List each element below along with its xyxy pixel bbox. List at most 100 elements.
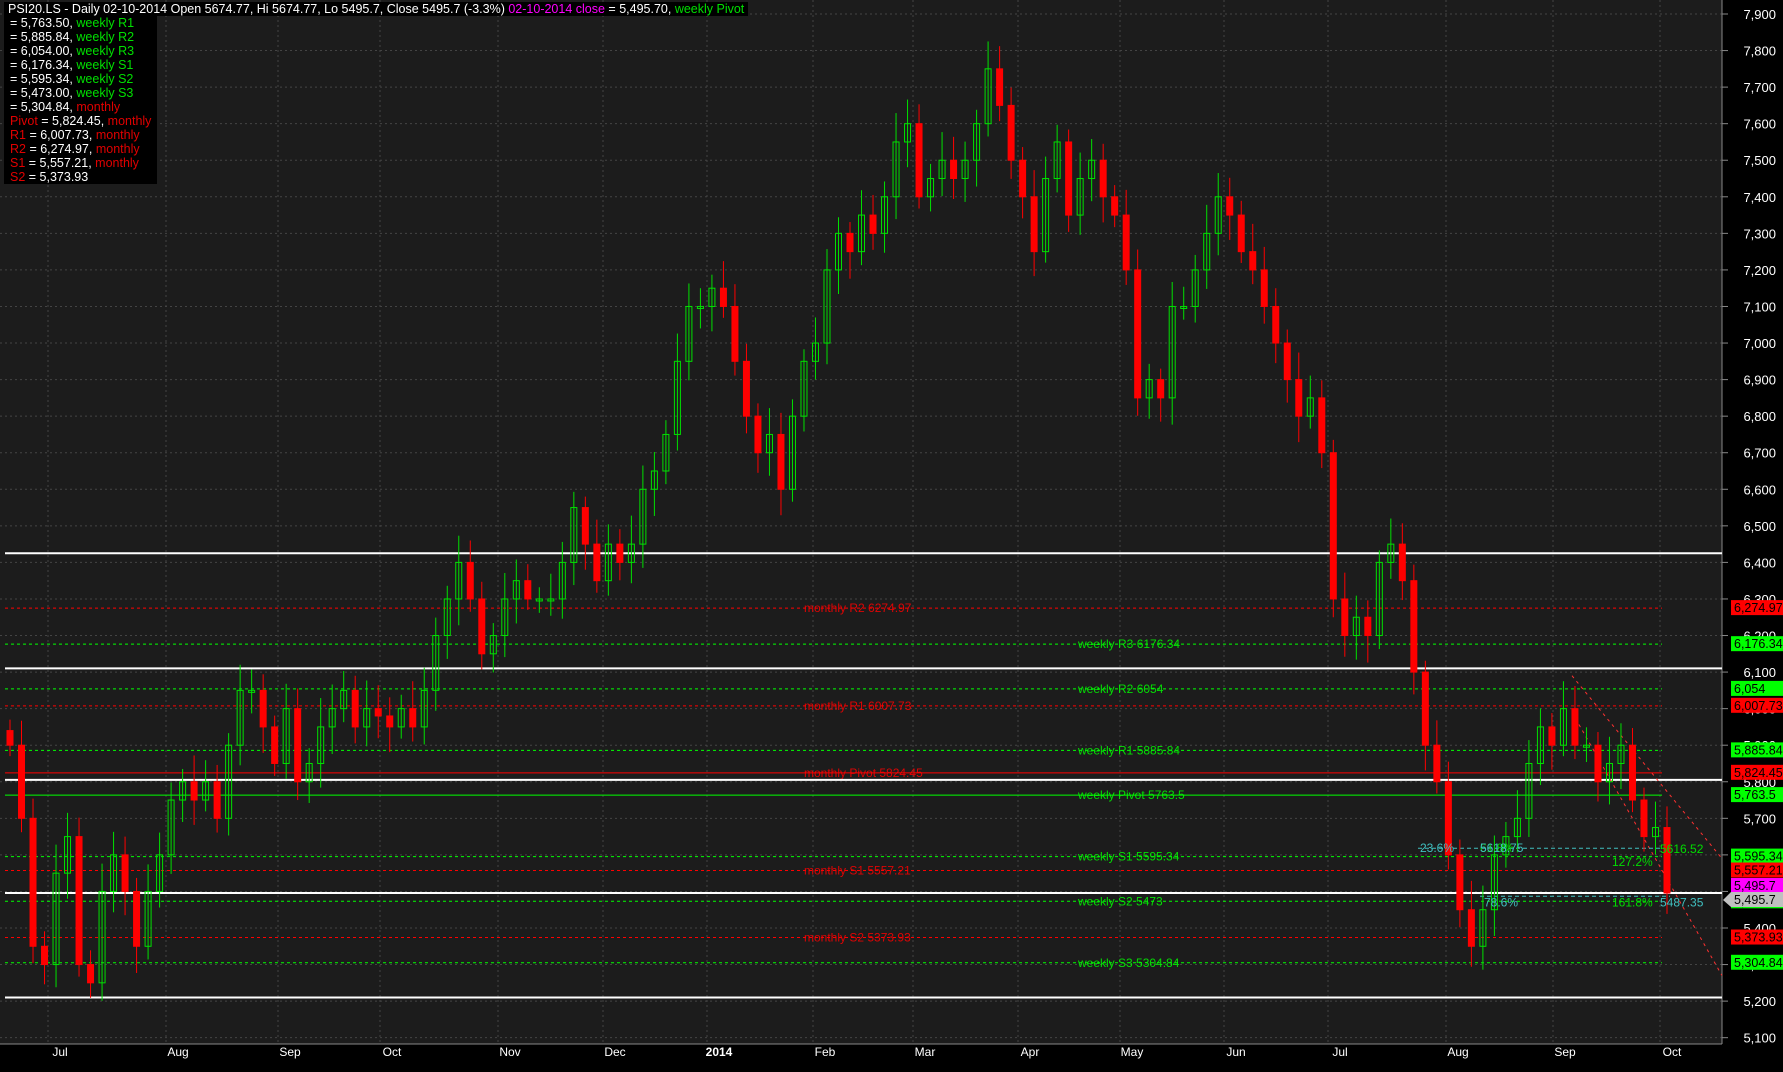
y-tick-label: 7,600 bbox=[1743, 117, 1776, 132]
legend-prefix: S1 bbox=[10, 156, 26, 170]
candle-down bbox=[1329, 452, 1337, 600]
candle-down bbox=[6, 730, 14, 746]
legend-row: Pivot = 5,824.45, monthly bbox=[8, 114, 154, 128]
candle-down bbox=[259, 689, 267, 728]
x-tick-label: Jul bbox=[1332, 1045, 1347, 1059]
legend-value: = 5,885.84, bbox=[10, 30, 77, 44]
candle-down bbox=[1467, 909, 1475, 947]
legend-value: = 5,595.34, bbox=[10, 72, 77, 86]
x-tick-label: Aug bbox=[167, 1045, 188, 1059]
candle-down bbox=[87, 964, 95, 984]
x-tick-label: Oct bbox=[383, 1045, 402, 1059]
candle-down bbox=[271, 726, 279, 764]
candle-down bbox=[1030, 196, 1038, 253]
y-tick-label: 5,700 bbox=[1743, 811, 1776, 826]
legend-row: = 5,885.84, weekly R2 bbox=[8, 30, 137, 44]
fib-label: 23.6% bbox=[1420, 841, 1454, 855]
candle-down bbox=[1548, 726, 1556, 746]
x-tick-label: Apr bbox=[1021, 1045, 1040, 1059]
candle-down bbox=[133, 890, 141, 947]
legend-series: weekly S1 bbox=[76, 58, 134, 72]
fib-label: 127.2% bbox=[1612, 855, 1653, 869]
pivot-line-label: weekly S1 5595.34 bbox=[1077, 850, 1180, 864]
close-tag-label: 5,495.7 bbox=[1734, 879, 1776, 893]
candle-down bbox=[1237, 214, 1245, 253]
legend-value: = 5,763.50, bbox=[10, 16, 77, 30]
legend-series: monthly bbox=[95, 142, 140, 156]
legend-prefix: Pivot bbox=[10, 114, 38, 128]
price-tag-label: 6,054 bbox=[1734, 682, 1765, 696]
y-tick-label: 7,700 bbox=[1743, 80, 1776, 95]
legend-row: = 5,595.34, weekly S2 bbox=[8, 72, 136, 86]
legend-row: = 5,763.50, weekly R1 bbox=[8, 16, 137, 30]
candle-down bbox=[1398, 543, 1406, 582]
y-tick-label: 5,100 bbox=[1743, 1031, 1776, 1046]
x-tick-label: Sep bbox=[279, 1045, 301, 1059]
candle-down bbox=[1122, 214, 1130, 271]
candle-down bbox=[1628, 744, 1636, 801]
legend-prefix: R1 bbox=[10, 128, 26, 142]
legend-row: R1 = 6,007.73, monthly bbox=[8, 128, 142, 142]
candle-down bbox=[1421, 671, 1429, 746]
legend-value: = 5,304.84, bbox=[10, 100, 77, 114]
candle-down bbox=[121, 854, 129, 892]
y-tick-label: 7,800 bbox=[1743, 44, 1776, 59]
fib-label: 5487.35 bbox=[1660, 895, 1704, 909]
candle-down bbox=[1134, 269, 1142, 399]
legend-row: S1 = 5,557.21, monthly bbox=[8, 156, 141, 170]
legend-value: = 6,054.00, bbox=[10, 44, 77, 58]
candle-down bbox=[846, 232, 854, 253]
legend-value: = 6,274.97, bbox=[25, 142, 96, 156]
legend-row: = 6,054.00, weekly R3 bbox=[8, 44, 137, 58]
price-tag-label: 5,763.5 bbox=[1734, 788, 1776, 802]
y-tick-label: 6,700 bbox=[1743, 446, 1776, 461]
candle-down bbox=[1019, 159, 1027, 198]
legend-value: = 5,373.93 bbox=[25, 170, 89, 184]
y-tick-label: 7,200 bbox=[1743, 263, 1776, 278]
legend-value: = 5,824.45, bbox=[37, 114, 108, 128]
candle-down bbox=[777, 433, 785, 490]
y-tick-label: 7,400 bbox=[1743, 190, 1776, 205]
candle-down bbox=[294, 708, 302, 783]
candle-down bbox=[719, 287, 727, 307]
candle-down bbox=[409, 708, 417, 728]
candle-down bbox=[1640, 799, 1648, 838]
candle-down bbox=[1433, 744, 1441, 783]
candle-down bbox=[1571, 708, 1579, 746]
y-tick-label: 7,900 bbox=[1743, 7, 1776, 22]
candle-down bbox=[1663, 827, 1671, 894]
legend-row: = 5,473.00, weekly S3 bbox=[8, 86, 136, 100]
x-tick-label: Dec bbox=[604, 1045, 625, 1059]
price-tag-label: 5,595.34 bbox=[1734, 850, 1783, 864]
candle-down bbox=[1456, 854, 1464, 911]
candle-down bbox=[1272, 305, 1280, 344]
fib-label: 5616.52 bbox=[1660, 842, 1704, 856]
pivot-line-label: weekly Pivot 5763.5 bbox=[1077, 788, 1185, 802]
legend-series: weekly R1 bbox=[76, 16, 135, 30]
candle-down bbox=[75, 836, 83, 966]
x-tick-label: Jun bbox=[1226, 1045, 1245, 1059]
y-tick-label: 7,100 bbox=[1743, 299, 1776, 314]
x-tick-label: Jul bbox=[52, 1045, 67, 1059]
x-tick-label: Mar bbox=[915, 1045, 936, 1059]
x-tick-label: Aug bbox=[1447, 1045, 1468, 1059]
y-tick-label: 7,300 bbox=[1743, 226, 1776, 241]
legend-row: = 6,176.34, weekly S1 bbox=[8, 58, 136, 72]
candle-down bbox=[1226, 196, 1234, 216]
x-tick-label: May bbox=[1121, 1045, 1144, 1059]
pivot-line-label: monthly R1 6007.73 bbox=[804, 699, 912, 713]
candle-down bbox=[1364, 616, 1372, 637]
candle-down bbox=[524, 580, 532, 600]
price-tag-label: 6,007.73 bbox=[1734, 699, 1783, 713]
y-tick-label: 6,400 bbox=[1743, 555, 1776, 570]
series-label: weekly Pivot bbox=[674, 2, 745, 16]
pivot-line-label: monthly R2 6274.97 bbox=[804, 601, 912, 615]
candle-down bbox=[1283, 342, 1291, 381]
legend-value: = 5,473.00, bbox=[10, 86, 77, 100]
candle-down bbox=[915, 123, 923, 198]
candle-down bbox=[1295, 379, 1303, 417]
legend-row: = 5,304.84, monthly bbox=[8, 100, 123, 114]
candle-down bbox=[731, 305, 739, 362]
price-tag-label: 5,885.84 bbox=[1734, 743, 1783, 757]
x-tick-label: Nov bbox=[499, 1045, 520, 1059]
